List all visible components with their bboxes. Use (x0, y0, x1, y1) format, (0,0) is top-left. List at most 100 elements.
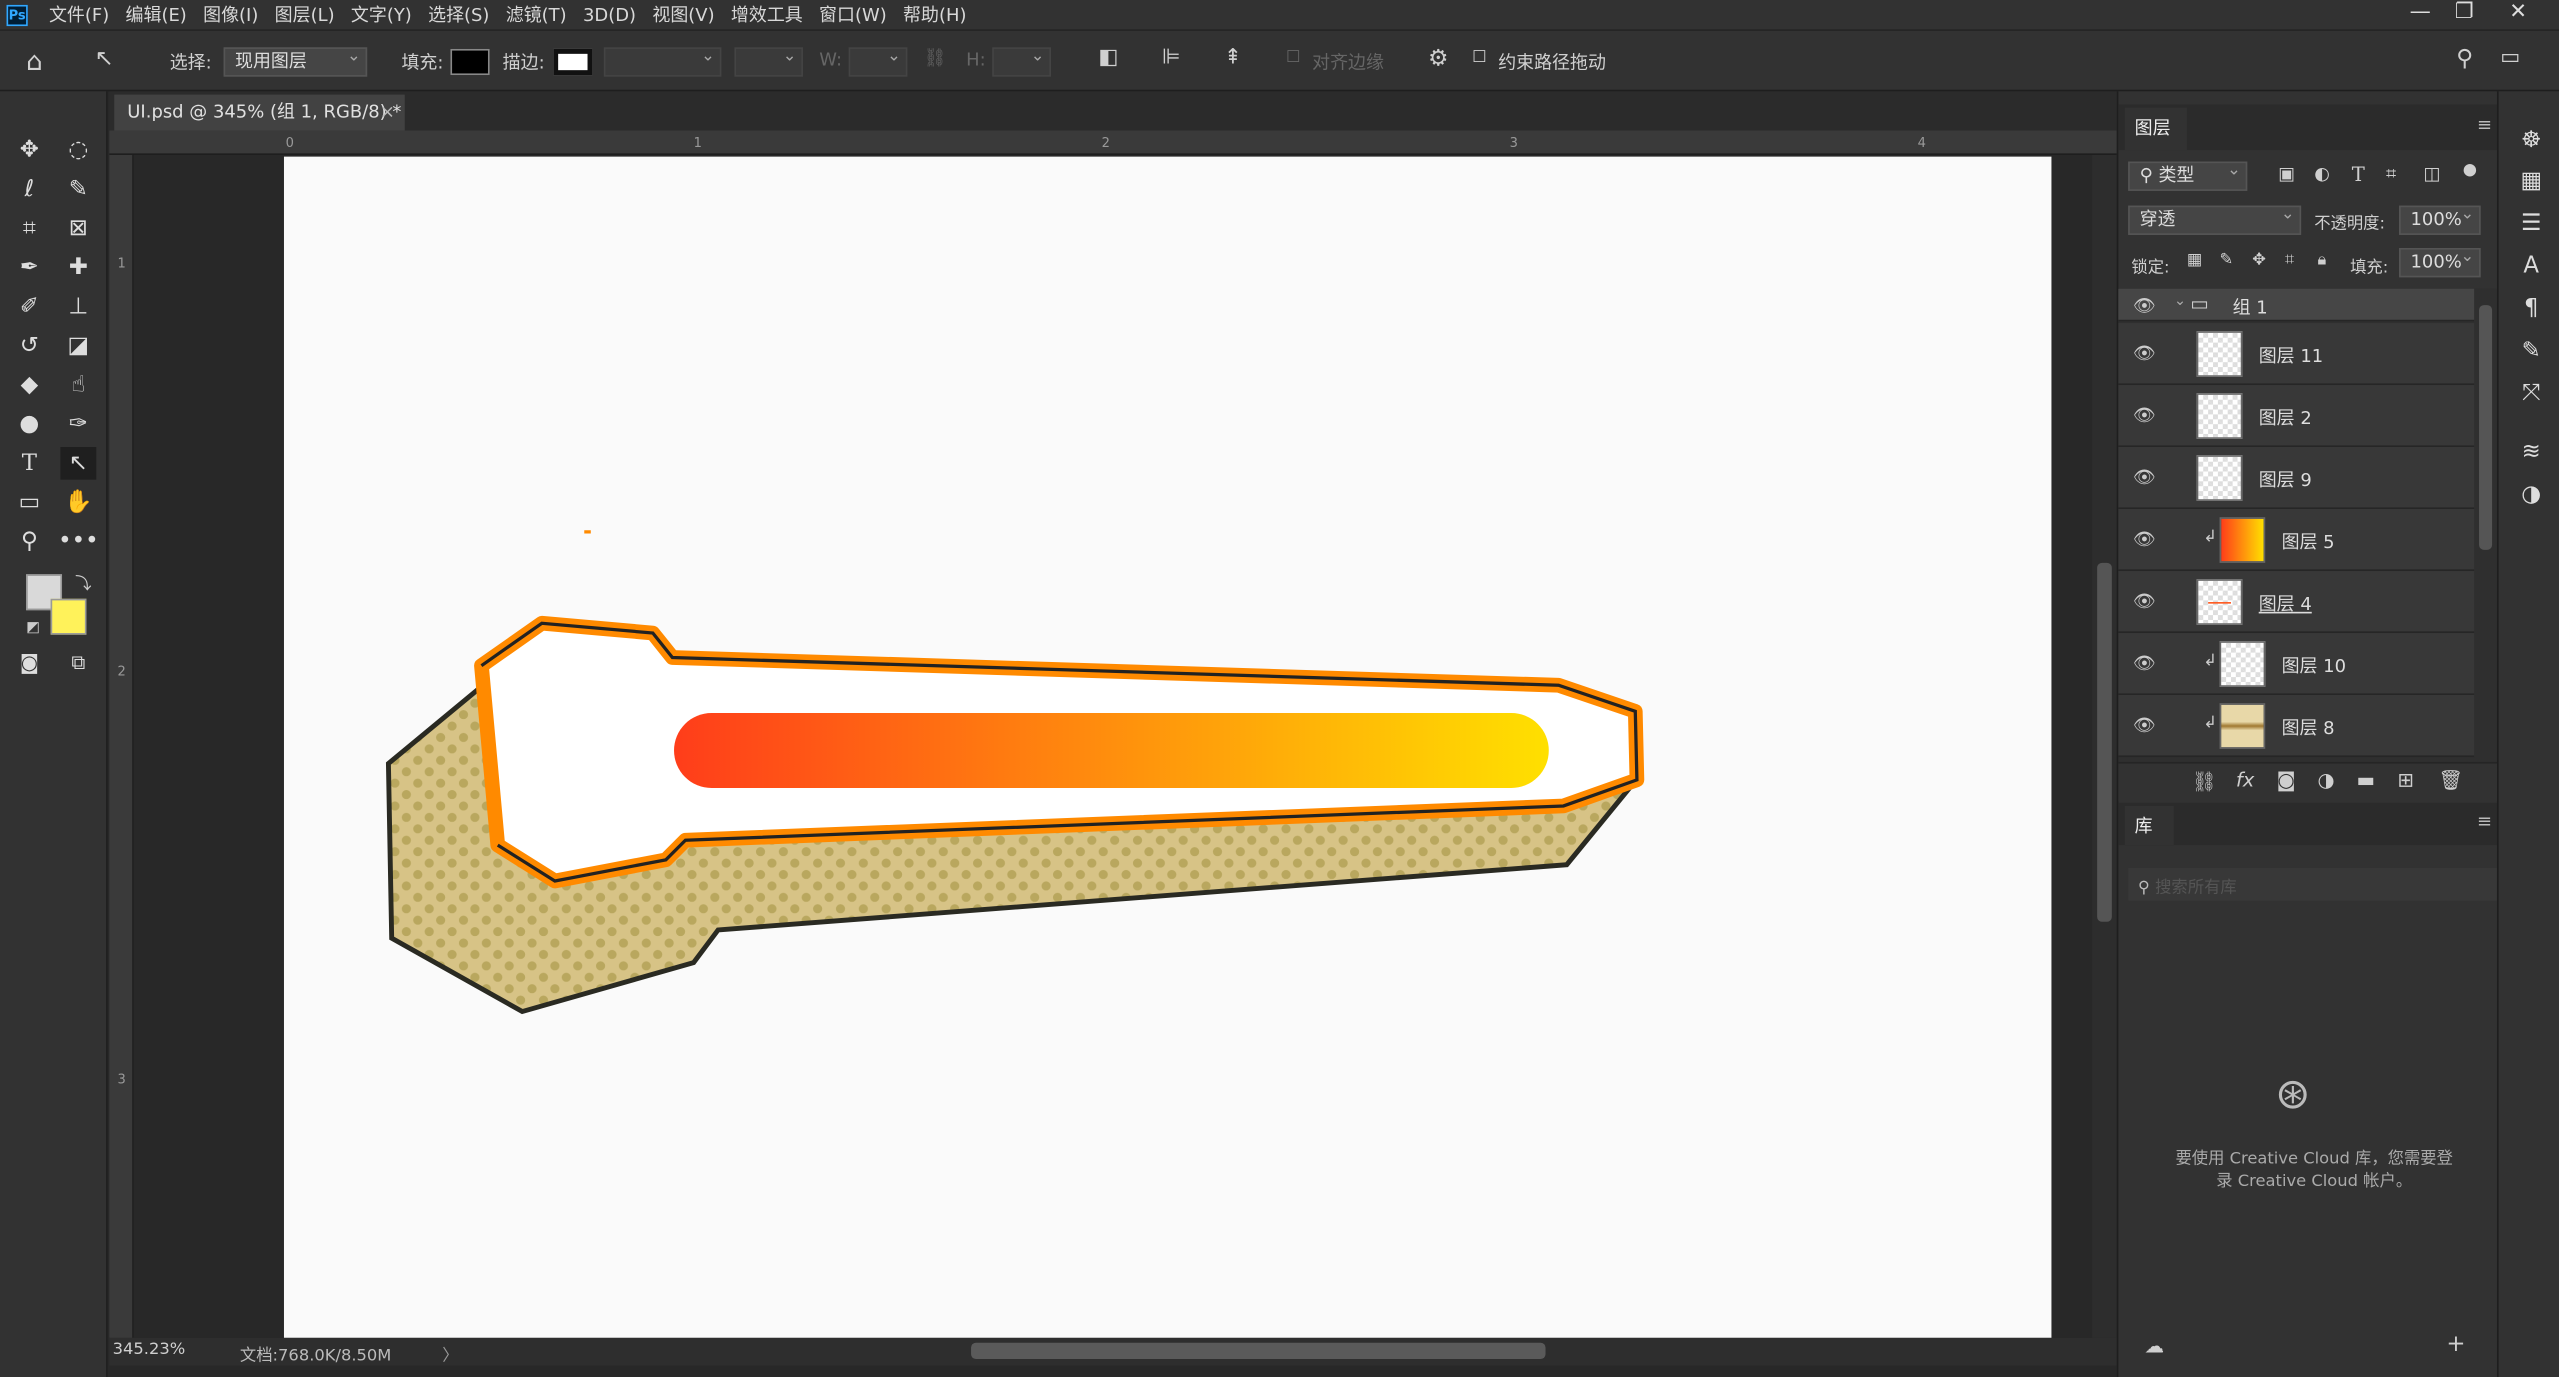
blend-mode-dropdown[interactable]: 穿透 (2128, 202, 2302, 235)
library-tab[interactable]: 库 (2124, 805, 2174, 846)
smudge-tool-icon[interactable]: ☝ (60, 369, 96, 402)
height-input[interactable] (992, 44, 1052, 77)
layer-row[interactable]: 👁︎ 图层 11 (2118, 323, 2475, 386)
layer-row[interactable]: 👁︎ ↲ 图层 10 (2118, 633, 2475, 696)
document-canvas[interactable] (283, 156, 2052, 1338)
add-mask-icon[interactable]: ◙ (2277, 768, 2296, 791)
chevron-down-icon[interactable]: ⌄ (2174, 294, 2186, 310)
width-input[interactable] (848, 44, 908, 77)
eye-icon[interactable]: 👁︎ (2133, 343, 2156, 364)
menu-layer[interactable]: 图层(L) (267, 2, 343, 28)
menu-help[interactable]: 帮助(H) (895, 2, 975, 28)
eyedropper-tool-icon[interactable]: ✒ (11, 251, 47, 284)
3d-panel-icon[interactable]: ☸ (2515, 127, 2548, 156)
stroke-type-dropdown[interactable] (734, 44, 803, 77)
character-panel-icon[interactable]: A (2515, 253, 2548, 282)
adjustments-panel-icon[interactable]: ≋ (2515, 439, 2548, 468)
layers-tab[interactable]: 图层 (2124, 107, 2187, 151)
more-tools-icon[interactable]: ••• (58, 525, 98, 558)
paragraph-panel-icon[interactable]: ¶ (2515, 295, 2548, 324)
workspace-icon[interactable]: ▭ (2500, 46, 2520, 70)
move-tool-icon[interactable]: ✥ (11, 134, 47, 167)
status-menu-arrow[interactable]: 〉 (442, 1341, 458, 1366)
lock-artboard-icon[interactable]: ⌗ (2285, 251, 2294, 269)
stamp-tool-icon[interactable]: ⊥ (60, 290, 96, 323)
stroke-swatch[interactable] (553, 48, 593, 76)
frame-tool-icon[interactable]: ⊠ (60, 212, 96, 245)
link-layers-icon[interactable]: ⛓ (2192, 770, 2217, 793)
lock-all-icon[interactable]: 🔒︎ (2317, 251, 2326, 269)
lock-pixels-icon[interactable]: ✎ (2220, 251, 2234, 269)
layer-filter-dropdown[interactable]: ⚲ 类型 (2128, 158, 2248, 191)
quick-select-tool-icon[interactable]: ✎ (60, 173, 96, 206)
rectangle-tool-icon[interactable]: ▭ (11, 486, 47, 519)
lasso-tool-icon[interactable]: ℓ (11, 173, 47, 206)
eye-icon[interactable]: 👁︎ (2133, 467, 2156, 488)
layer-row[interactable]: 👁︎ ↲ 图层 8 (2118, 695, 2475, 758)
color-panel-icon[interactable]: ◑ (2515, 481, 2548, 510)
menu-plugins[interactable]: 增效工具 (723, 2, 811, 28)
document-tab[interactable]: UI.psd @ 345% (组 1, RGB/8) * × (114, 94, 405, 131)
swatches-panel-icon[interactable]: ▦ (2515, 168, 2548, 197)
menu-file[interactable]: 文件(F) (41, 2, 118, 28)
align-edges-checkbox[interactable]: ☐ (1286, 49, 1301, 67)
close-window-button[interactable]: ✕ (2497, 0, 2539, 26)
fx-icon[interactable]: fx (2236, 768, 2254, 791)
library-menu-icon[interactable]: ≡ (2477, 811, 2492, 832)
menu-window[interactable]: 窗口(W) (811, 2, 895, 28)
trash-icon[interactable]: 🗑︎ (2438, 768, 2463, 791)
path-alignment-icon[interactable]: ⊫ (1162, 46, 1180, 70)
vertical-scrollbar[interactable] (2092, 154, 2117, 1338)
eye-icon[interactable]: 👁︎ (2133, 715, 2156, 736)
menu-select[interactable]: 选择(S) (420, 2, 498, 28)
brush-tool-icon[interactable]: ✐ (11, 290, 47, 323)
paths-panel-icon[interactable]: ⤧ (2515, 380, 2548, 409)
layer-row[interactable]: 👁︎ 图层 2 (2118, 385, 2475, 448)
paint-bucket-icon[interactable]: ◆ (11, 369, 47, 402)
close-tab-icon[interactable]: × (380, 95, 395, 131)
restore-button[interactable]: ❐ (2443, 0, 2485, 26)
fill-input[interactable]: 100% (2399, 245, 2481, 278)
stroke-width-field[interactable] (603, 44, 722, 77)
healing-brush-icon[interactable]: ✚ (60, 251, 96, 284)
zoom-level[interactable]: 345.23% (113, 1341, 186, 1359)
opacity-input[interactable]: 100% (2399, 202, 2481, 235)
filter-type-icon[interactable]: T (2352, 163, 2365, 186)
path-select-tool-icon[interactable]: ↖ (95, 46, 114, 72)
filter-smart-object-icon[interactable]: ◫ (2424, 163, 2441, 184)
new-group-icon[interactable]: ▬ (2357, 768, 2376, 791)
hand-tool-icon[interactable]: ✋ (60, 486, 96, 519)
filter-image-icon[interactable]: ▣ (2278, 163, 2295, 184)
default-colors-icon[interactable]: ◩ (26, 620, 40, 636)
constrain-path-checkbox[interactable]: ☐ (1472, 49, 1487, 67)
path-arrangement-icon[interactable]: ⇞ (1224, 46, 1242, 70)
gear-icon[interactable]: ⚙ (1428, 46, 1449, 72)
history-brush-icon[interactable]: ↺ (11, 330, 47, 363)
menu-view[interactable]: 视图(V) (644, 2, 723, 28)
filter-shape-icon[interactable]: ⌗ (2386, 163, 2396, 186)
quick-mask-icon[interactable]: ◙ (11, 646, 47, 679)
layer-row[interactable]: 👁︎ 图层 4 (2118, 571, 2475, 634)
new-layer-icon[interactable]: ⊞ (2397, 768, 2413, 791)
filter-toggle-icon[interactable]: ● (2463, 162, 2477, 180)
select-dropdown[interactable]: 现用图层 (223, 44, 368, 77)
pen-tool-icon[interactable]: ✑ (60, 408, 96, 441)
layer-row[interactable]: 👁︎ 图层 9 (2118, 447, 2475, 510)
zoom-tool-icon[interactable]: ⚲ (11, 525, 47, 558)
cloud-sync-icon[interactable]: ☁ (2144, 1335, 2164, 1358)
lock-position-icon[interactable]: ✥ (2252, 251, 2266, 269)
menu-edit[interactable]: 编辑(E) (117, 2, 195, 28)
background-color-swatch[interactable] (50, 598, 87, 635)
eye-icon[interactable]: 👁︎ (2133, 529, 2156, 550)
lock-transparency-icon[interactable]: ▦ (2187, 251, 2202, 269)
scroll-thumb[interactable] (2097, 562, 2112, 922)
menu-filter[interactable]: 滤镜(T) (498, 2, 575, 28)
marquee-tool-icon[interactable]: ◌ (60, 134, 96, 167)
eraser-tool-icon[interactable]: ◪ (60, 330, 96, 363)
home-icon[interactable]: ⌂ (26, 46, 43, 77)
crop-tool-icon[interactable]: ⌗ (11, 212, 47, 245)
layers-scroll-thumb[interactable] (2479, 305, 2493, 550)
link-icon[interactable]: ⛓ (924, 47, 947, 68)
panel-menu-icon[interactable]: ≡ (2477, 114, 2492, 135)
menu-3d[interactable]: 3D(D) (575, 4, 644, 25)
